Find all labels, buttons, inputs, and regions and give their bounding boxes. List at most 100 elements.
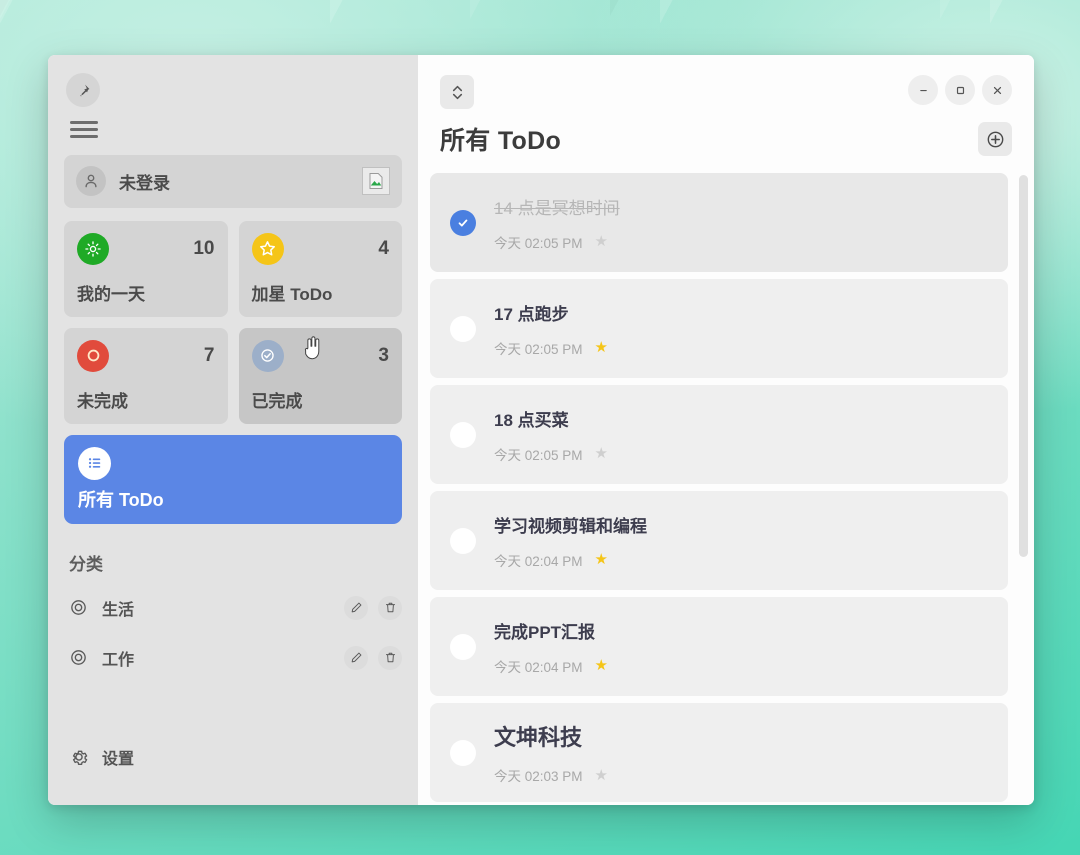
- minimize-button[interactable]: [908, 75, 938, 105]
- hamburger-line: [70, 135, 98, 138]
- todo-item[interactable]: 文坤科技 今天 02:03 PM ★: [430, 703, 1008, 802]
- close-button[interactable]: [982, 75, 1012, 105]
- todo-item[interactable]: 14 点是冥想时间 今天 02:05 PM ★: [430, 173, 1008, 272]
- todo-time: 今天 02:05 PM: [494, 235, 583, 251]
- stat-card-starred[interactable]: 4 加星 ToDo: [238, 220, 402, 317]
- todo-body: 18 点买菜 今天 02:05 PM ★: [494, 406, 608, 464]
- stat-card-completed[interactable]: 3 已完成: [238, 327, 402, 424]
- stat-card-my-day[interactable]: 10 我的一天: [64, 220, 228, 317]
- stat-count: 4: [378, 237, 389, 259]
- todo-time: 今天 02:05 PM: [494, 341, 583, 357]
- pushpin-button[interactable]: [66, 73, 100, 107]
- header-title-row: 所有 ToDo: [440, 121, 1012, 157]
- vertical-scrollbar[interactable]: [1019, 175, 1028, 557]
- collapse-toggle-button[interactable]: [440, 75, 474, 109]
- pencil-icon: [351, 602, 361, 613]
- category-actions: [344, 645, 402, 670]
- todo-meta: 今天 02:04 PM ★: [494, 550, 647, 570]
- todo-text: 学习视频剪辑和编程: [494, 516, 647, 536]
- stat-label: 加星 ToDo: [251, 284, 333, 304]
- category-label: 工作: [102, 651, 135, 669]
- stat-top: 4: [251, 232, 389, 265]
- hamburger-line: [70, 121, 98, 124]
- stat-count: 3: [378, 344, 389, 366]
- add-circle-icon: [987, 131, 1003, 147]
- page-title: 所有 ToDo: [440, 127, 562, 155]
- todo-meta: 今天 02:05 PM ★: [494, 232, 620, 252]
- todo-time: 今天 02:04 PM: [494, 659, 583, 675]
- todo-list: 14 点是冥想时间 今天 02:05 PM ★ 17 点跑步 今天 02:05 …: [418, 157, 1034, 805]
- pencil-icon: [351, 652, 361, 663]
- avatar: [76, 166, 106, 197]
- todo-checkbox[interactable]: [450, 315, 476, 342]
- todo-body: 文坤科技 今天 02:03 PM ★: [494, 720, 608, 785]
- category-item-work[interactable]: 工作: [64, 641, 402, 675]
- todo-meta: 今天 02:05 PM ★: [494, 444, 608, 464]
- todo-checkbox[interactable]: [450, 633, 476, 660]
- todo-checkbox[interactable]: [450, 739, 476, 766]
- todo-checkbox[interactable]: [450, 527, 476, 554]
- app-window: 未登录 10 我的一天 4 加星 ToDo 7 未完成 3 已完成 所有 ToD…: [48, 55, 1034, 805]
- todo-item[interactable]: 18 点买菜 今天 02:05 PM ★: [430, 385, 1008, 484]
- todo-star-icon[interactable]: ★: [595, 340, 608, 355]
- stat-label: 已完成: [251, 391, 303, 411]
- header-top-row: [440, 75, 1012, 109]
- todo-body: 14 点是冥想时间 今天 02:05 PM ★: [494, 194, 620, 252]
- user-name: 未登录: [119, 173, 170, 193]
- todo-text: 文坤科技: [494, 725, 583, 750]
- stat-top: 7: [77, 339, 215, 372]
- todo-star-icon[interactable]: ★: [595, 658, 608, 673]
- sidebar-item-settings[interactable]: 设置: [64, 745, 134, 769]
- todo-text: 14 点是冥想时间: [494, 198, 620, 218]
- todo-time: 今天 02:05 PM: [494, 447, 583, 463]
- todo-meta: 今天 02:03 PM ★: [494, 765, 608, 785]
- todo-time: 今天 02:04 PM: [494, 553, 583, 569]
- todo-star-icon[interactable]: ★: [595, 446, 608, 461]
- category-item-life[interactable]: 生活: [64, 591, 402, 625]
- todo-star-icon[interactable]: ★: [595, 234, 608, 249]
- user-account-row[interactable]: 未登录: [64, 154, 402, 208]
- circle-icon: [77, 339, 109, 372]
- stat-label: 未完成: [77, 391, 128, 411]
- close-icon: [993, 86, 1001, 94]
- todo-meta: 今天 02:05 PM ★: [494, 338, 608, 358]
- todo-checkbox[interactable]: [450, 421, 476, 448]
- settings-label: 设置: [102, 751, 135, 768]
- sidebar-item-all-todo[interactable]: 所有 ToDo: [64, 434, 402, 524]
- category-label: 生活: [102, 601, 135, 619]
- todo-body: 完成PPT汇报 今天 02:04 PM ★: [494, 618, 608, 676]
- todo-body: 学习视频剪辑和编程 今天 02:04 PM ★: [494, 512, 647, 570]
- sun-icon: [77, 232, 109, 265]
- main-header: 所有 ToDo: [418, 55, 1034, 157]
- category-actions: [344, 595, 402, 620]
- category-edit-button[interactable]: [344, 595, 368, 620]
- hamburger-line: [70, 128, 98, 131]
- list-icon: [78, 446, 111, 480]
- target-icon: [71, 600, 86, 616]
- category-delete-button[interactable]: [378, 645, 402, 670]
- maximize-icon: [956, 86, 964, 94]
- category-edit-button[interactable]: [344, 645, 368, 670]
- hamburger-menu-button[interactable]: [70, 121, 98, 138]
- pushpin-icon: [79, 84, 89, 96]
- stat-card-incomplete[interactable]: 7 未完成: [64, 327, 228, 424]
- todo-item[interactable]: 17 点跑步 今天 02:05 PM ★: [430, 279, 1008, 378]
- todo-item[interactable]: 完成PPT汇报 今天 02:04 PM ★: [430, 597, 1008, 696]
- person-icon: [85, 174, 97, 188]
- check-circle-icon: [251, 339, 284, 372]
- stat-label: 我的一天: [77, 284, 145, 304]
- todo-star-icon[interactable]: ★: [595, 768, 608, 783]
- todo-star-icon[interactable]: ★: [595, 552, 608, 567]
- add-todo-button[interactable]: [978, 122, 1012, 156]
- trash-icon: [385, 653, 395, 663]
- maximize-button[interactable]: [945, 75, 975, 105]
- sidebar-item-label: 所有 ToDo: [78, 489, 164, 510]
- broken-image-icon[interactable]: [362, 167, 390, 196]
- categories-heading: 分类: [69, 554, 103, 574]
- category-delete-button[interactable]: [378, 595, 402, 620]
- todo-item[interactable]: 学习视频剪辑和编程 今天 02:04 PM ★: [430, 491, 1008, 590]
- minimize-icon: [919, 89, 927, 91]
- stat-cards: 10 我的一天 4 加星 ToDo 7 未完成 3 已完成: [64, 220, 402, 424]
- todo-checkbox[interactable]: [450, 209, 476, 236]
- stat-count: 7: [203, 344, 215, 366]
